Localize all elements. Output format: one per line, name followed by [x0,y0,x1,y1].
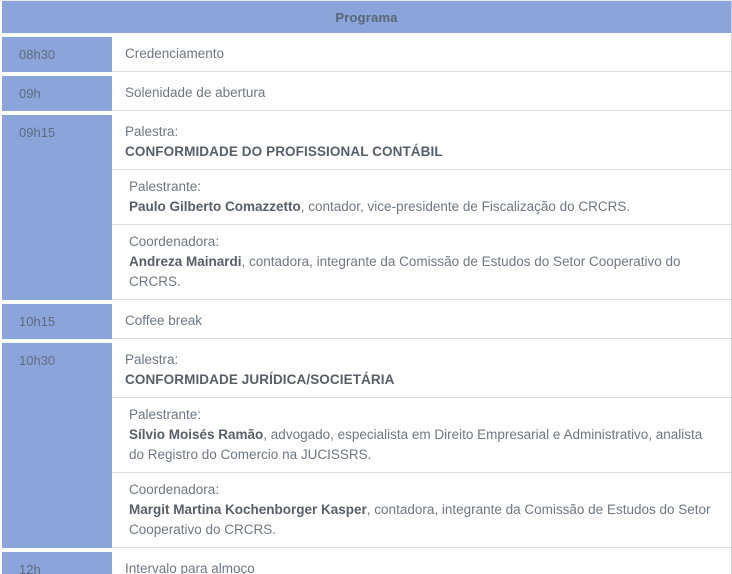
speaker-name: Paulo Gilberto Comazzetto [129,199,301,214]
time-cell: 10h15 [2,304,112,339]
speaker-section: Palestrante: Sílvio Moisés Ramão, advoga… [112,398,731,473]
speaker-line: Paulo Gilberto Comazzetto, contador, vic… [129,197,717,217]
row-content: Palestra: CONFORMIDADE DO PROFISSIONAL C… [112,115,731,300]
time-cell: 10h30 [2,343,112,548]
row-content: Palestra: CONFORMIDADE JURÍDICA/SOCIETÁR… [112,343,731,548]
coordinator-section: Coordenadora: Margit Martina Kochenborge… [112,473,731,547]
time-cell: 08h30 [2,37,112,72]
table-row: 09h15 Palestra: CONFORMIDADE DO PROFISSI… [2,115,731,300]
row-content: Solenidade de abertura [112,76,731,111]
coordinator-section: Coordenadora: Andreza Mainardi, contador… [112,225,731,299]
row-content: Credenciamento [112,37,731,72]
section-label: Palestra: [125,352,179,367]
time-cell: 12h [2,552,112,574]
table-row: 10h15 Coffee break [2,304,731,339]
speaker-name: Sílvio Moisés Ramão [129,427,264,442]
table-row: 12h Intervalo para almoço [2,552,731,574]
row-content: Coffee break [112,304,731,339]
section-label: Coordenadora: [129,234,220,249]
program-table: Programa 08h30 Credenciamento 09h Soleni… [0,0,732,574]
section-label: Palestrante: [129,179,202,194]
speaker-line: Sílvio Moisés Ramão, advogado, especiali… [129,425,717,465]
table-row: 08h30 Credenciamento [2,37,731,72]
speaker-description: , contador, vice-presidente de Fiscaliza… [300,199,631,214]
session-title: CONFORMIDADE DO PROFISSIONAL CONTÁBIL [125,144,443,159]
table-row: 10h30 Palestra: CONFORMIDADE JURÍDICA/SO… [2,343,731,548]
section-label: Coordenadora: [129,482,220,497]
time-cell: 09h15 [2,115,112,300]
speaker-name: Andreza Mainardi [129,254,242,269]
speaker-section: Palestrante: Paulo Gilberto Comazzetto, … [112,170,731,225]
session-section: Palestra: CONFORMIDADE DO PROFISSIONAL C… [112,115,731,170]
row-content: Intervalo para almoço [112,552,731,574]
speaker-line: Margit Martina Kochenborger Kasper, cont… [129,500,717,540]
session-title: CONFORMIDADE JURÍDICA/SOCIETÁRIA [125,372,395,387]
section-label: Palestrante: [129,407,202,422]
table-row: 09h Solenidade de abertura [2,76,731,111]
time-cell: 09h [2,76,112,111]
session-section: Palestra: CONFORMIDADE JURÍDICA/SOCIETÁR… [112,343,731,398]
section-label: Palestra: [125,124,179,139]
speaker-line: Andreza Mainardi, contadora, integrante … [129,252,717,292]
speaker-name: Margit Martina Kochenborger Kasper [129,502,367,517]
table-header-title: Programa [2,1,731,33]
